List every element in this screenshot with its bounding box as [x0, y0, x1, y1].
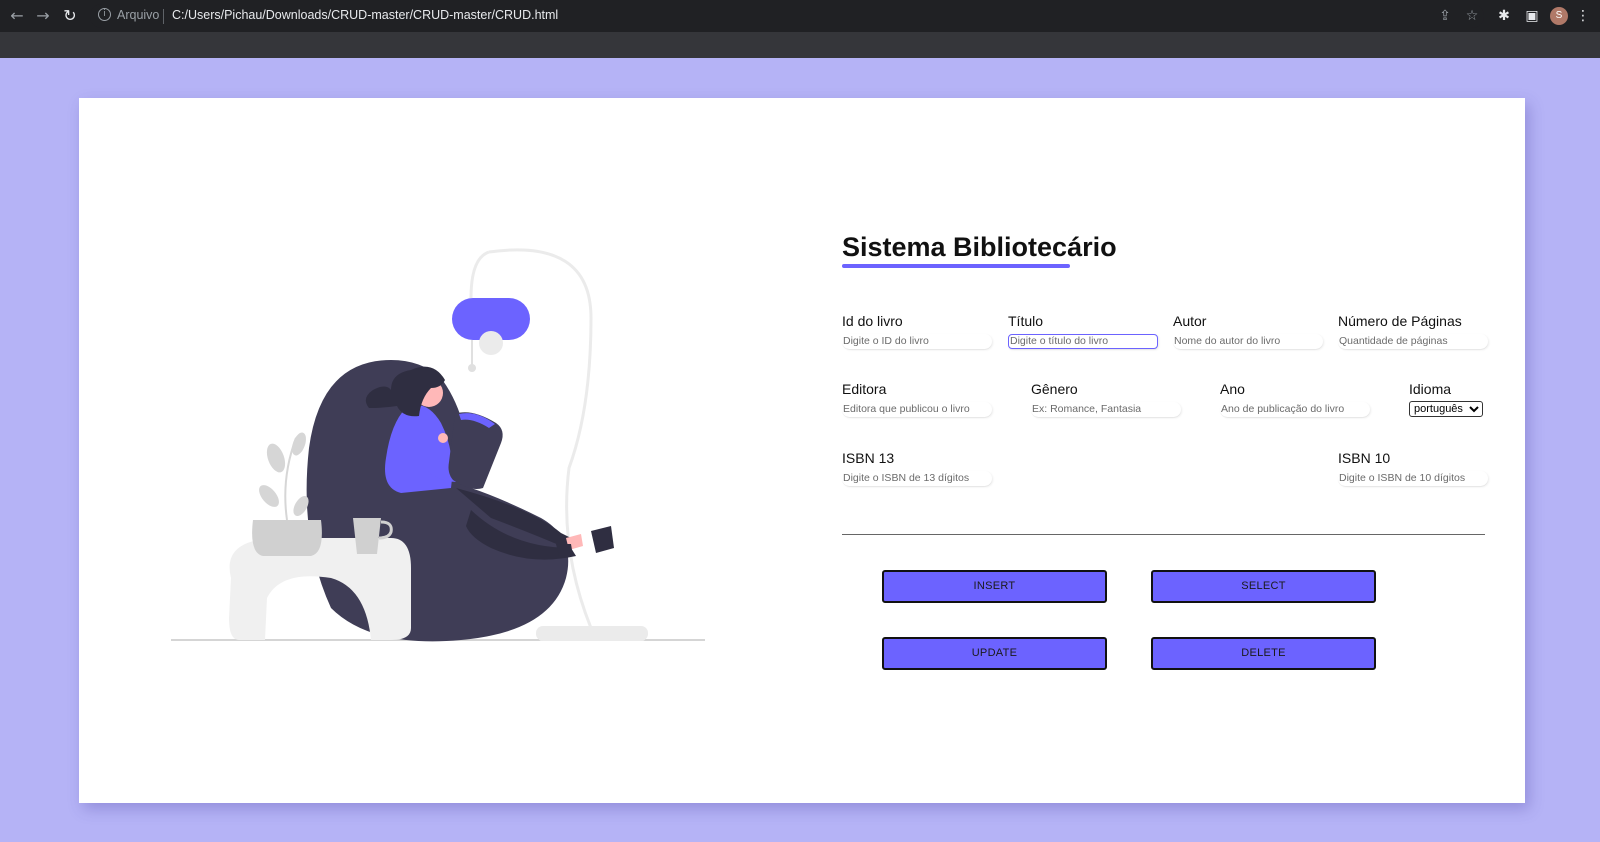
profile-avatar[interactable]: S — [1550, 7, 1568, 25]
woman-hand — [438, 433, 448, 443]
menu-kebab-icon[interactable]: ⋮ — [1574, 7, 1592, 25]
field-paginas-label: Número de Páginas — [1338, 313, 1462, 329]
field-genero-label: Gênero — [1031, 381, 1078, 397]
lamp-string-knob — [468, 364, 476, 372]
lamp-arm — [469, 250, 490, 299]
field-autor: Autor — [1173, 313, 1323, 349]
field-genero: Gênero — [1031, 381, 1181, 417]
isbn13-input[interactable] — [842, 470, 992, 486]
lamp-bulb — [479, 331, 503, 355]
update-button[interactable]: UPDATE — [882, 637, 1107, 670]
side-panel-icon[interactable]: ▣ — [1523, 7, 1541, 25]
id-input[interactable] — [842, 333, 992, 349]
select-button[interactable]: SELECT — [1151, 570, 1376, 603]
forward-arrow-icon[interactable]: → — [34, 7, 52, 25]
isbn10-input[interactable] — [1338, 470, 1488, 486]
field-isbn13-label: ISBN 13 — [842, 450, 895, 466]
field-titulo: Título — [1008, 313, 1158, 349]
plant-pot — [252, 520, 322, 556]
form-divider — [842, 534, 1485, 535]
editora-input[interactable] — [842, 401, 992, 417]
paginas-input[interactable] — [1338, 333, 1488, 349]
field-titulo-label: Título — [1008, 313, 1044, 329]
address-scheme-label: Arquivo — [117, 8, 160, 22]
genero-input[interactable] — [1031, 401, 1181, 417]
idioma-select[interactable]: português — [1409, 401, 1483, 417]
title-underline — [842, 264, 1070, 268]
star-icon[interactable]: ☆ — [1463, 7, 1481, 25]
reading-woman-illustration — [171, 248, 705, 642]
field-autor-label: Autor — [1173, 313, 1207, 329]
field-idioma: Idioma português — [1409, 381, 1489, 417]
page-title: Sistema Bibliotecário — [842, 232, 1117, 262]
field-ano-label: Ano — [1220, 381, 1245, 397]
browser-toolbar: ← → ↻ i Arquivo C:/Users/Pichau/Download… — [0, 0, 1600, 32]
share-icon[interactable]: ⇪ — [1436, 7, 1454, 25]
field-isbn10: ISBN 10 — [1338, 450, 1488, 486]
delete-button[interactable]: DELETE — [1151, 637, 1376, 670]
address-url[interactable]: C:/Users/Pichau/Downloads/CRUD-master/CR… — [172, 8, 558, 22]
field-id-label: Id do livro — [842, 313, 903, 329]
field-id: Id do livro — [842, 313, 992, 349]
reload-icon[interactable]: ↻ — [61, 7, 79, 25]
address-bar[interactable]: i Arquivo C:/Users/Pichau/Downloads/CRUD… — [90, 4, 1484, 28]
field-editora: Editora — [842, 381, 992, 417]
back-arrow-icon[interactable]: ← — [8, 7, 26, 25]
field-paginas: Número de Páginas — [1338, 313, 1488, 349]
address-separator — [163, 9, 164, 24]
insert-button[interactable]: INSERT — [882, 570, 1107, 603]
side-table — [229, 538, 411, 640]
field-isbn10-label: ISBN 10 — [1338, 450, 1391, 466]
plant-leaf — [292, 432, 306, 456]
info-icon[interactable]: i — [98, 8, 111, 21]
field-editora-label: Editora — [842, 381, 887, 397]
lamp-base — [536, 626, 648, 641]
plant-leaf — [259, 485, 279, 507]
autor-input[interactable] — [1173, 333, 1323, 349]
mug — [353, 518, 381, 554]
extensions-puzzle-icon[interactable]: ✱ — [1495, 7, 1513, 25]
field-ano: Ano — [1220, 381, 1370, 417]
field-idioma-label: Idioma — [1409, 381, 1452, 397]
browser-chrome: ← → ↻ i Arquivo C:/Users/Pichau/Download… — [0, 0, 1600, 58]
field-isbn13: ISBN 13 — [842, 450, 992, 486]
woman-shoe — [591, 526, 614, 553]
main-card: Sistema Bibliotecário Id do livro Título… — [79, 98, 1525, 803]
ano-input[interactable] — [1220, 401, 1370, 417]
titulo-input[interactable] — [1008, 333, 1158, 349]
plant-leaf — [266, 443, 286, 473]
